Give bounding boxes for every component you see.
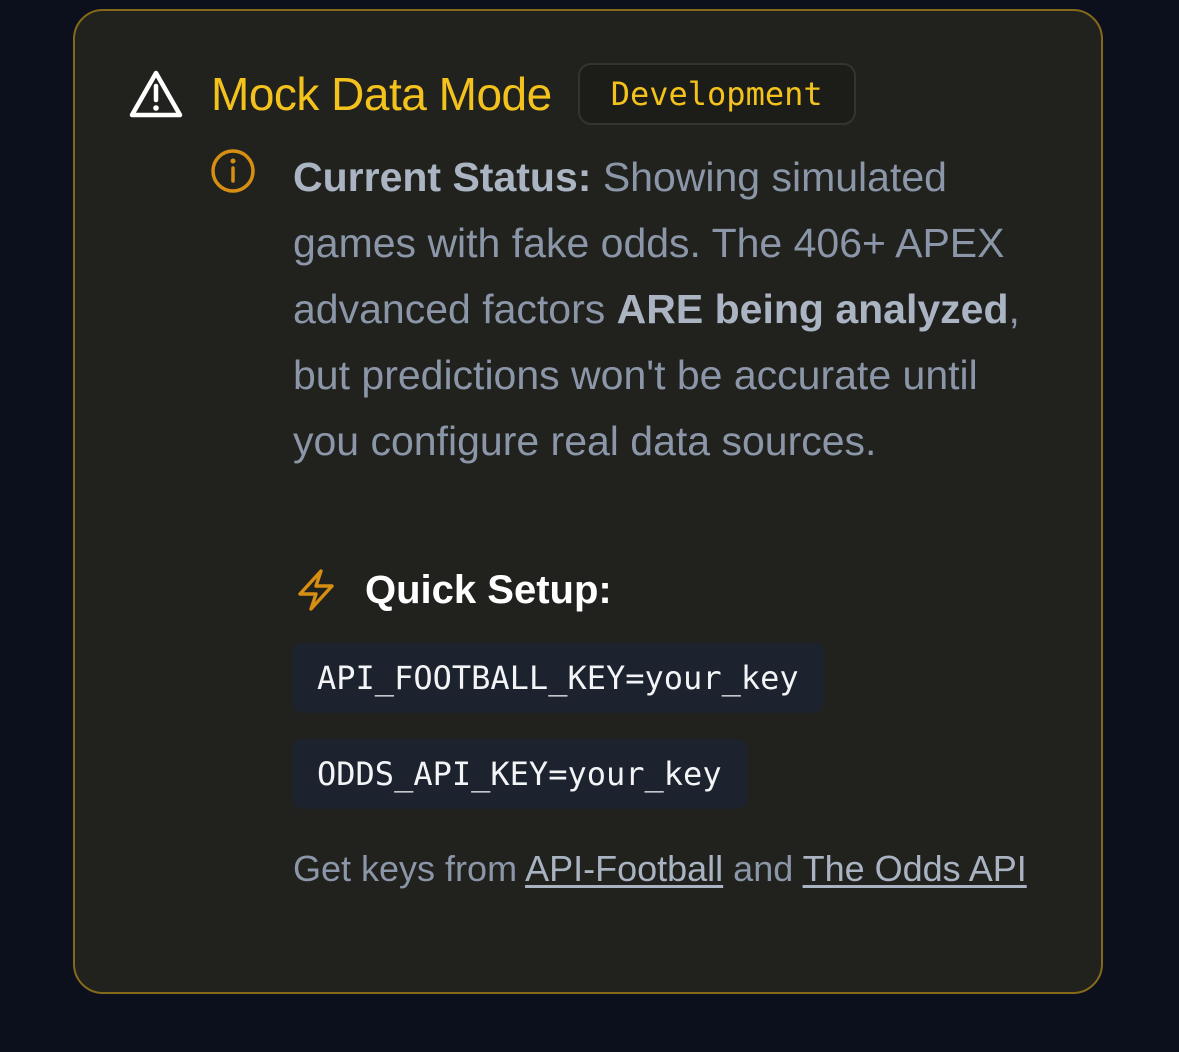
info-circle-icon (211, 149, 255, 193)
api-football-link[interactable]: API-Football (525, 848, 723, 889)
current-status-label: Current Status: (293, 154, 592, 200)
api-key-sources-prefix: Get keys from (293, 848, 526, 889)
status-analysis-emphasis: ARE being analyzed (616, 286, 1009, 332)
lightning-bolt-icon (298, 569, 334, 611)
mock-data-alert-card: Mock Data Mode Development Current Statu… (73, 9, 1103, 994)
the-odds-api-link[interactable]: The Odds API (803, 848, 1027, 889)
alert-title: Mock Data Mode (211, 68, 552, 120)
quick-setup-title: Quick Setup: (365, 567, 612, 612)
quick-setup-heading: Quick Setup: (293, 564, 612, 616)
environment-badge: Development (577, 63, 856, 125)
alert-header: Mock Data Mode Development (127, 61, 856, 127)
alert-triangle-icon (129, 70, 183, 118)
current-status-message: Current Status: Showing simulated games … (293, 144, 1053, 474)
api-football-key-snippet: API_FOOTBALL_KEY=your_key (292, 643, 824, 713)
api-key-sources-joiner: and (723, 848, 803, 889)
api-key-sources: Get keys from API-Football and The Odds … (293, 840, 1053, 897)
odds-api-key-snippet: ODDS_API_KEY=your_key (292, 739, 747, 809)
